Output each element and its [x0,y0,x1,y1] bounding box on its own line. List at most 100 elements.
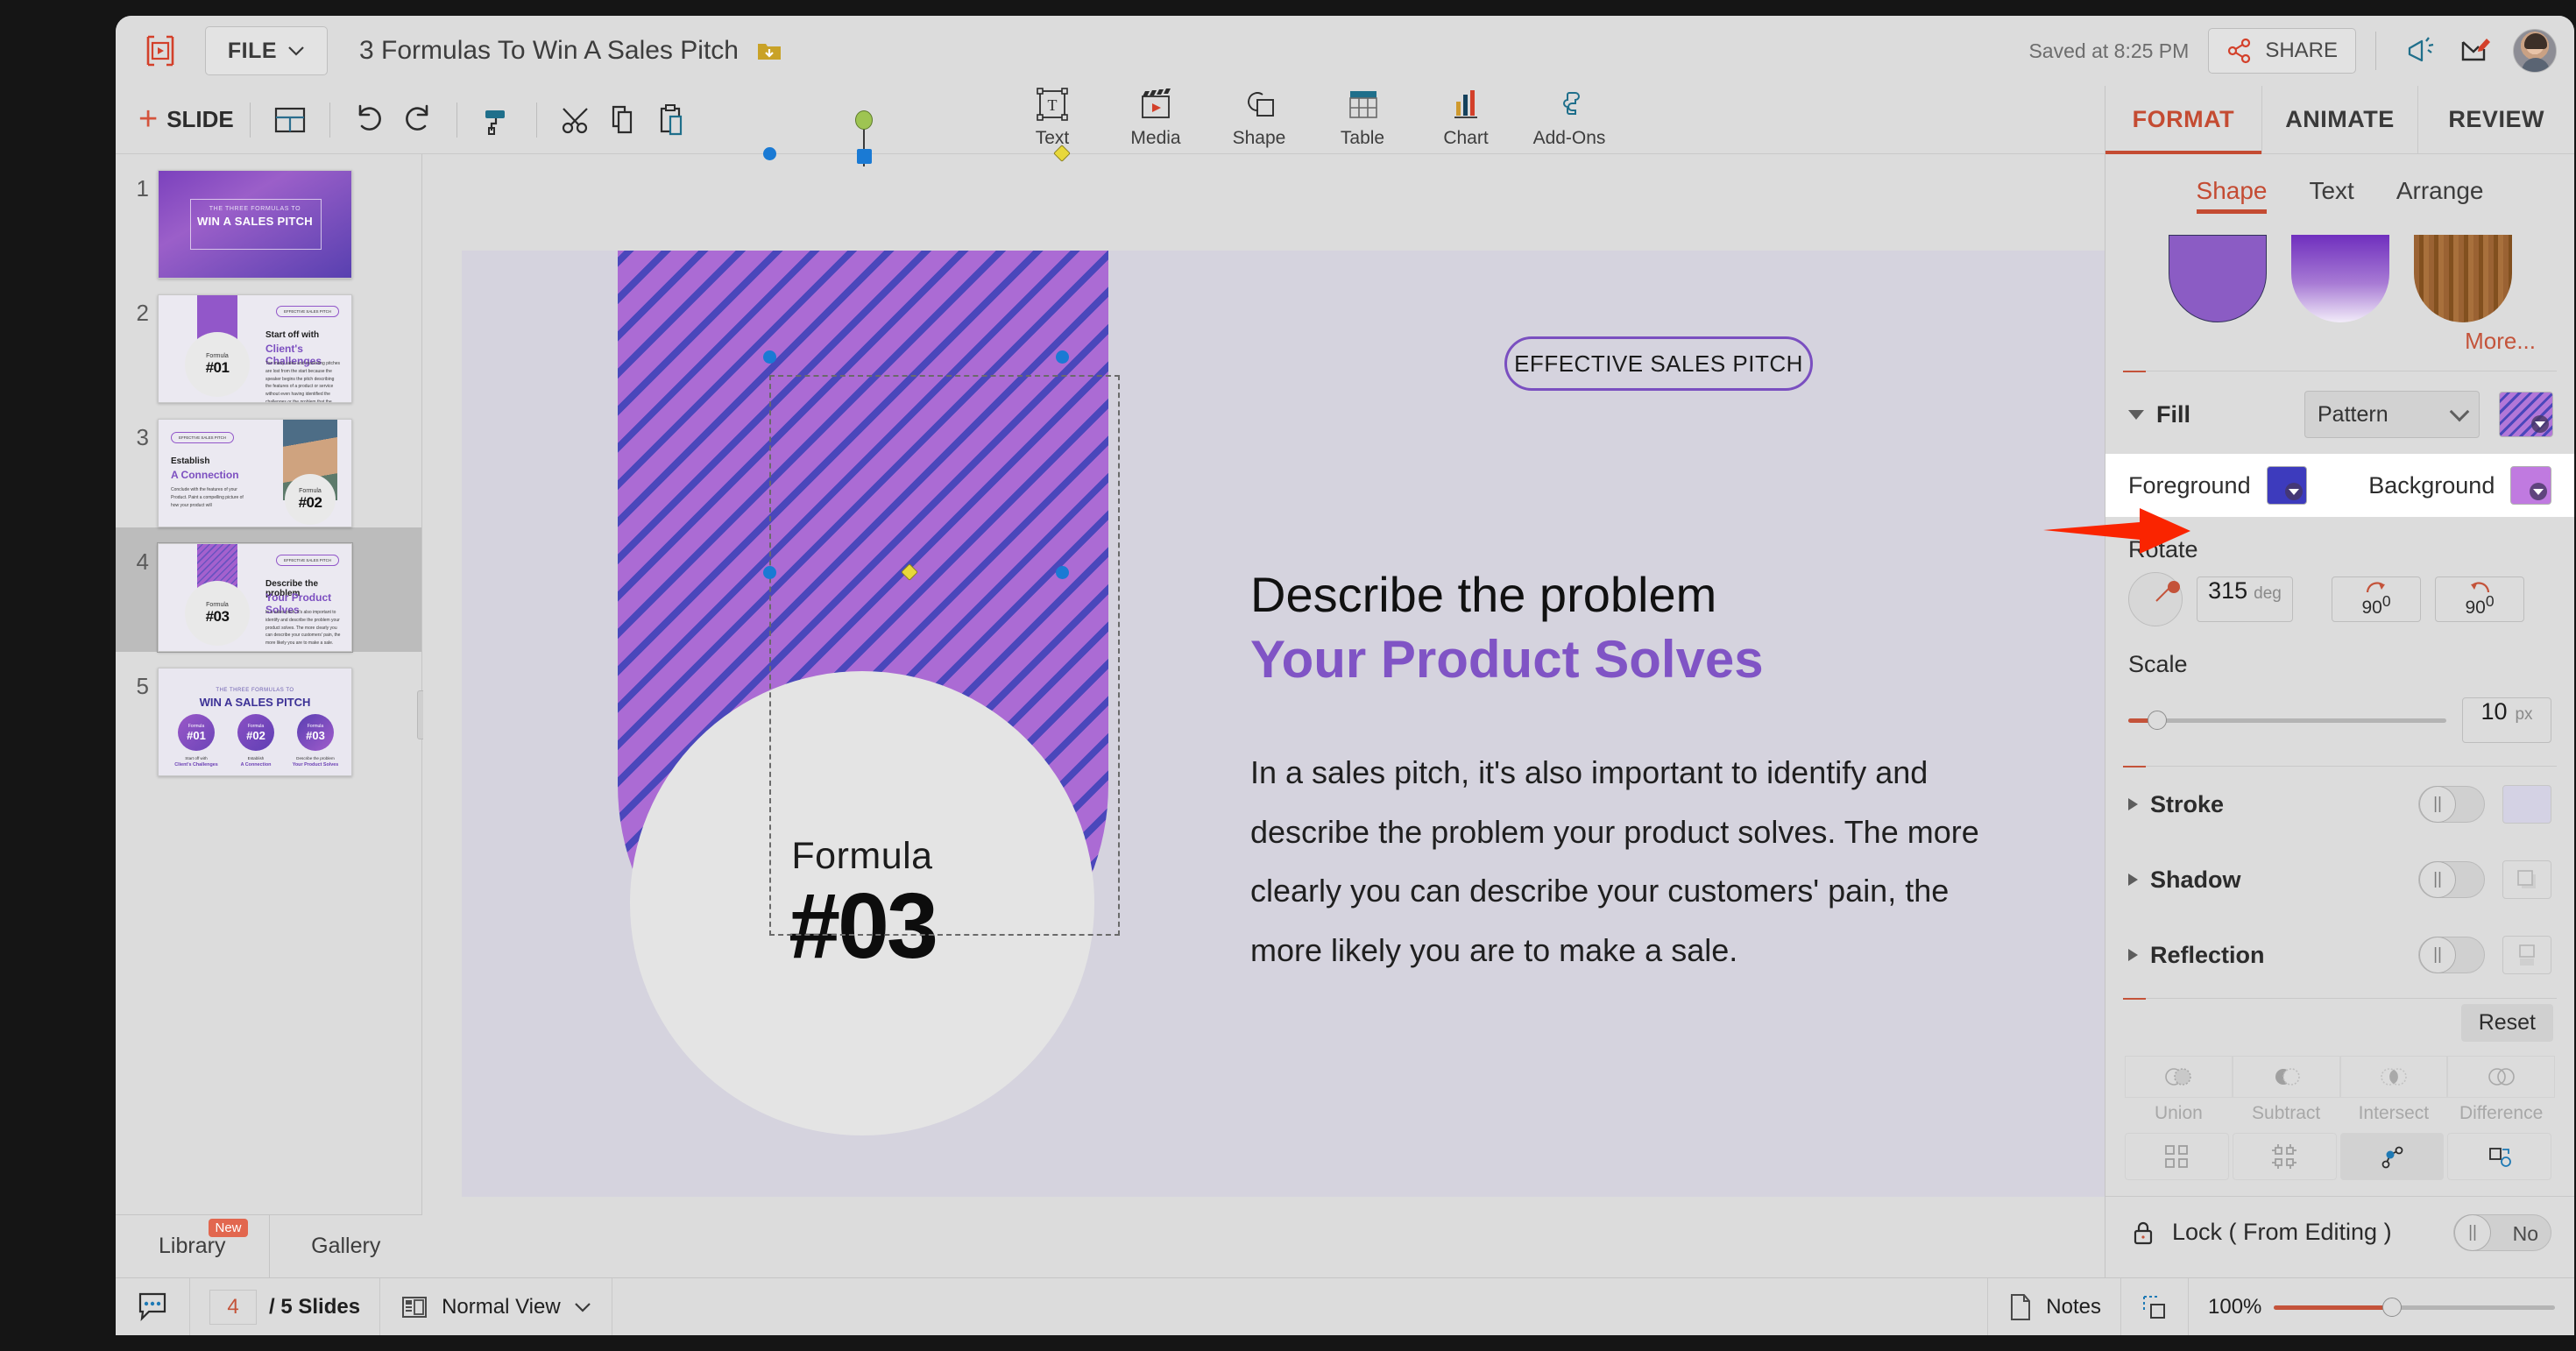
style-preset-solid[interactable] [2168,235,2267,322]
view-mode-selector[interactable]: Normal View [380,1277,612,1335]
add-slide-button[interactable]: + SLIDE [138,103,234,136]
pattern-swatch[interactable] [2499,392,2553,437]
redo-icon[interactable] [393,96,441,144]
avatar[interactable] [2513,29,2557,73]
insert-chart-button[interactable]: Chart [1414,84,1518,149]
union-button[interactable] [2125,1056,2233,1098]
slide-preview[interactable]: THE THREE FORMULAS TO WIN A SALES PITCH [158,170,352,279]
reflection-section[interactable]: Reflection || [2105,917,2574,993]
style-preset-gradient[interactable] [2290,235,2389,322]
resize-handle-mid-left[interactable] [763,350,776,364]
slide-preview[interactable]: Formula #02 EFFECTIVE SALES PITCH Establ… [158,419,352,527]
shadow-section[interactable]: Shadow || [2105,842,2574,917]
lock-toggle[interactable]: || No [2453,1213,2551,1251]
fit-to-screen-button[interactable] [2121,1277,2189,1335]
rotate-clockwise-button[interactable]: 900 [2332,576,2421,622]
rotate-value-input[interactable]: 315 deg [2197,576,2293,622]
insert-text-button[interactable]: T Text [1001,84,1104,149]
format-painter-icon[interactable] [473,96,520,144]
document-title[interactable]: 3 Formulas To Win A Sales Pitch [359,36,739,66]
tab-gallery[interactable]: Gallery [268,1215,423,1277]
stroke-color-swatch[interactable] [2502,785,2551,824]
zoom-control[interactable]: 100% [2189,1278,2574,1336]
resize-handle-bottom-right[interactable] [1056,566,1069,579]
resize-handle-mid-right[interactable] [1056,350,1069,364]
slide-thumbnail-4[interactable]: 4 Formula #03 EFFECTIVE SALES PITCH Desc… [116,527,421,653]
zoom-slider[interactable] [2274,1297,2555,1317]
scale-value-input[interactable]: 10 px [2462,697,2551,743]
slide-heading[interactable]: Describe the problem [1250,566,1716,623]
slider-knob[interactable] [2148,711,2167,730]
insert-table-button[interactable]: Table [1311,84,1414,149]
feedback-edit-icon[interactable] [2452,27,2499,74]
copy-icon[interactable] [600,96,648,144]
stroke-toggle[interactable]: || [2418,786,2485,823]
foreground-color-swatch[interactable] [2266,466,2308,505]
slide-preview[interactable]: Formula #01 EFFECTIVE SALES PITCH Start … [158,294,352,403]
rotate-dial[interactable] [2128,572,2183,626]
subtract-button[interactable] [2232,1056,2340,1098]
tab-animate[interactable]: ANIMATE [2261,86,2418,153]
subtab-arrange[interactable]: Arrange [2396,177,2484,214]
resize-handle-top-left[interactable] [763,147,776,160]
subtab-shape[interactable]: Shape [2196,177,2267,214]
resize-handle-bottom-left[interactable] [763,566,776,579]
canvas-area[interactable]: Formula #03 EFFECTIVE SALES PITCH Descri… [423,110,2175,1277]
formula-circle[interactable]: Formula #03 [630,671,1094,1135]
fill-type-select[interactable]: Pattern [2304,391,2480,438]
layout-icon[interactable] [266,96,314,144]
pill-badge[interactable]: EFFECTIVE SALES PITCH [1504,336,1813,391]
group-button[interactable] [2125,1133,2229,1180]
difference-button[interactable] [2447,1056,2555,1098]
current-slide-input[interactable]: 4 [209,1289,257,1325]
tab-library[interactable]: Library New [116,1215,269,1277]
slide-counter[interactable]: 4 / 5 Slides [190,1277,381,1335]
rotate-counterclockwise-button[interactable]: 900 [2435,576,2524,622]
cut-scissors-icon[interactable] [553,96,600,144]
pattern-shape[interactable]: Formula #03 [618,251,1108,1135]
background-color-swatch[interactable] [2510,466,2551,505]
tab-review[interactable]: REVIEW [2417,86,2574,153]
resize-handle-top[interactable] [857,149,872,164]
ungroup-button[interactable] [2232,1133,2337,1180]
insert-shape-button[interactable]: Shape [1207,84,1311,149]
slide-preview[interactable]: THE THREE FORMULAS TO WIN A SALES PITCH … [158,668,352,776]
stroke-section[interactable]: Stroke || [2105,767,2574,842]
slide-thumbnail-2[interactable]: 2 Formula #01 EFFECTIVE SALES PITCH Star… [116,279,421,403]
scale-slider[interactable] [2128,711,2446,730]
slide-thumbnail-1[interactable]: 1 THE THREE FORMULAS TO WIN A SALES PITC… [116,154,421,279]
comments-button[interactable] [116,1277,190,1335]
shadow-toggle[interactable]: || [2418,861,2485,898]
slide-preview[interactable]: Formula #03 EFFECTIVE SALES PITCH Descri… [157,542,353,653]
announcement-icon[interactable] [2396,27,2443,74]
style-preset-texture[interactable] [2413,235,2512,322]
insert-addons-button[interactable]: Add-Ons [1518,84,1621,149]
save-to-folder-icon[interactable] [756,38,782,64]
intersect-button[interactable] [2339,1056,2448,1098]
tab-format[interactable]: FORMAT [2105,86,2261,154]
slide-body-text[interactable]: In a sales pitch, it's also important to… [1250,743,2004,980]
reflection-toggle[interactable]: || [2418,937,2485,973]
paste-icon[interactable] [648,96,695,144]
shadow-preview[interactable] [2502,860,2551,899]
reflection-preview[interactable] [2502,936,2551,974]
file-menu-button[interactable]: FILE [205,26,328,75]
slide-thumbnail-5[interactable]: 5 THE THREE FORMULAS TO WIN A SALES PITC… [116,652,421,776]
more-styles-link[interactable]: More... [2105,322,2574,355]
rotate-handle[interactable] [855,110,873,130]
fill-section-header[interactable]: Fill Pattern [2105,371,2574,454]
reset-button[interactable]: Reset [2460,1004,2553,1042]
slide-editor[interactable]: Formula #03 EFFECTIVE SALES PITCH Descri… [462,251,2150,1197]
app-logo-icon[interactable] [140,31,180,71]
convert-shape-button[interactable] [2447,1133,2551,1180]
insert-media-button[interactable]: Media [1104,84,1207,149]
slide-thumbnail-3[interactable]: 3 Formula #02 EFFECTIVE SALES PITCH Esta… [116,403,421,527]
undo-icon[interactable] [346,96,393,144]
share-button[interactable]: SHARE [2208,28,2356,74]
notes-button[interactable]: Notes [1987,1277,2121,1335]
slider-knob[interactable] [2382,1297,2403,1317]
slide-subheading[interactable]: Your Product Solves [1250,629,1764,690]
slides-panel[interactable]: 1 THE THREE FORMULAS TO WIN A SALES PITC… [116,154,422,1214]
subtab-text[interactable]: Text [2309,177,2353,214]
edit-points-button[interactable] [2339,1133,2445,1180]
